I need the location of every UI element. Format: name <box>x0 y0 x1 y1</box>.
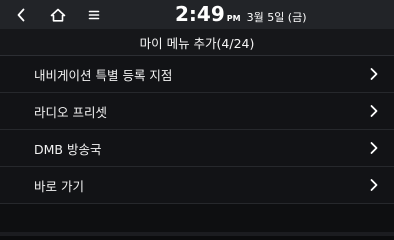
list-item-shortcuts[interactable]: 바로 가기 <box>0 167 394 204</box>
chevron-right-icon <box>370 142 378 154</box>
page-title: 마이 메뉴 추가(4/24) <box>139 35 255 51</box>
chevron-right-icon <box>370 179 378 191</box>
clock-time: 2:49 <box>175 2 225 26</box>
home-button[interactable] <box>46 3 70 27</box>
list-item-label: DMB 방송국 <box>34 141 102 157</box>
menu-button[interactable] <box>82 3 106 27</box>
title-bar: 마이 메뉴 추가(4/24) <box>0 29 394 56</box>
back-icon <box>17 8 25 22</box>
back-button[interactable] <box>9 3 33 27</box>
status-bar: 2:49 PM 3월 5일 (금) <box>0 0 394 29</box>
list-item-navigation-special-points[interactable]: 내비게이션 특별 등록 지점 <box>0 56 394 93</box>
list-item-label: 내비게이션 특별 등록 지점 <box>34 67 173 83</box>
screen: 2:49 PM 3월 5일 (금) 마이 메뉴 추가(4/24) 내비게이션 특… <box>0 0 394 236</box>
list-item-label: 바로 가기 <box>34 178 84 194</box>
chevron-right-icon <box>370 68 378 80</box>
list-item-label: 라디오 프리셋 <box>34 104 107 120</box>
list-item-dmb-stations[interactable]: DMB 방송국 <box>0 130 394 167</box>
clock: 2:49 PM 3월 5일 (금) <box>175 2 307 26</box>
menu-icon <box>88 10 100 20</box>
clock-date: 3월 5일 (금) <box>246 11 307 24</box>
chevron-right-icon <box>370 105 378 117</box>
bottom-edge <box>0 232 394 236</box>
home-icon <box>50 8 66 22</box>
clock-ampm: PM <box>226 14 241 23</box>
list-item-radio-presets[interactable]: 라디오 프리셋 <box>0 93 394 130</box>
menu-list: 내비게이션 특별 등록 지점 라디오 프리셋 DMB 방송국 바로 가기 <box>0 56 394 204</box>
